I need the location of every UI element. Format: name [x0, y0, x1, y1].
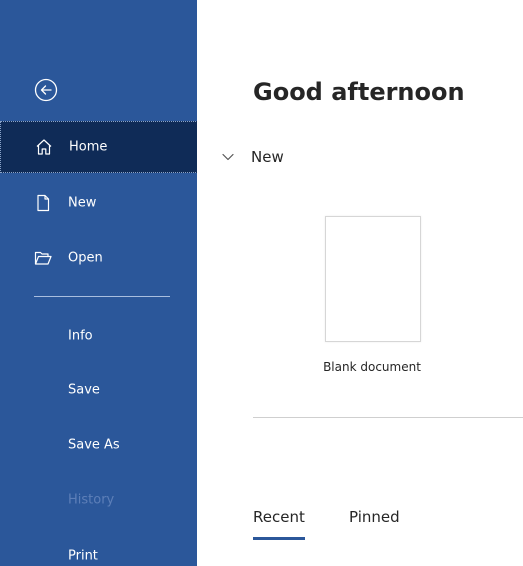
- sidebar-item-info[interactable]: Info: [0, 310, 197, 362]
- sidebar-item-save[interactable]: Save: [0, 364, 197, 416]
- new-document-icon: [34, 194, 52, 212]
- sidebar-item-label: History: [68, 492, 115, 508]
- new-section-toggle[interactable]: New: [221, 148, 284, 166]
- back-button[interactable]: [34, 78, 58, 102]
- sidebar-item-home[interactable]: Home: [0, 121, 200, 173]
- sidebar-item-open[interactable]: Open: [0, 232, 197, 284]
- sidebar-item-history: History: [0, 474, 197, 526]
- sidebar-item-label: Save: [68, 382, 100, 398]
- tab-pinned[interactable]: Pinned: [349, 508, 400, 526]
- backstage-view: Home New Open Info Save Save As History …: [0, 0, 523, 566]
- sidebar-item-label: Print: [68, 548, 98, 564]
- sidebar-item-save-as[interactable]: Save As: [0, 419, 197, 471]
- home-icon: [35, 138, 53, 156]
- tab-recent[interactable]: Recent: [253, 508, 305, 540]
- blank-document-thumbnail: [325, 216, 421, 342]
- page-title: Good afternoon: [253, 78, 465, 106]
- section-divider: [253, 417, 523, 418]
- sidebar-item-label: Open: [68, 250, 103, 266]
- sidebar-item-print[interactable]: Print: [0, 530, 197, 566]
- new-section-label: New: [251, 148, 284, 166]
- chevron-down-icon: [221, 150, 235, 164]
- sidebar-item-label: Save As: [68, 437, 120, 453]
- back-arrow-icon: [34, 78, 58, 102]
- sidebar-separator: [34, 296, 170, 297]
- folder-open-icon: [34, 249, 52, 267]
- sidebar-item-new[interactable]: New: [0, 177, 197, 229]
- backstage-sidebar: Home New Open Info Save Save As History …: [0, 0, 200, 566]
- sidebar-item-label: Home: [69, 139, 108, 155]
- template-caption: Blank document: [323, 360, 421, 374]
- sidebar-item-label: Info: [68, 328, 93, 344]
- backstage-main: Good afternoon New Blank document Recent…: [197, 0, 523, 566]
- sidebar-item-label: New: [68, 195, 97, 211]
